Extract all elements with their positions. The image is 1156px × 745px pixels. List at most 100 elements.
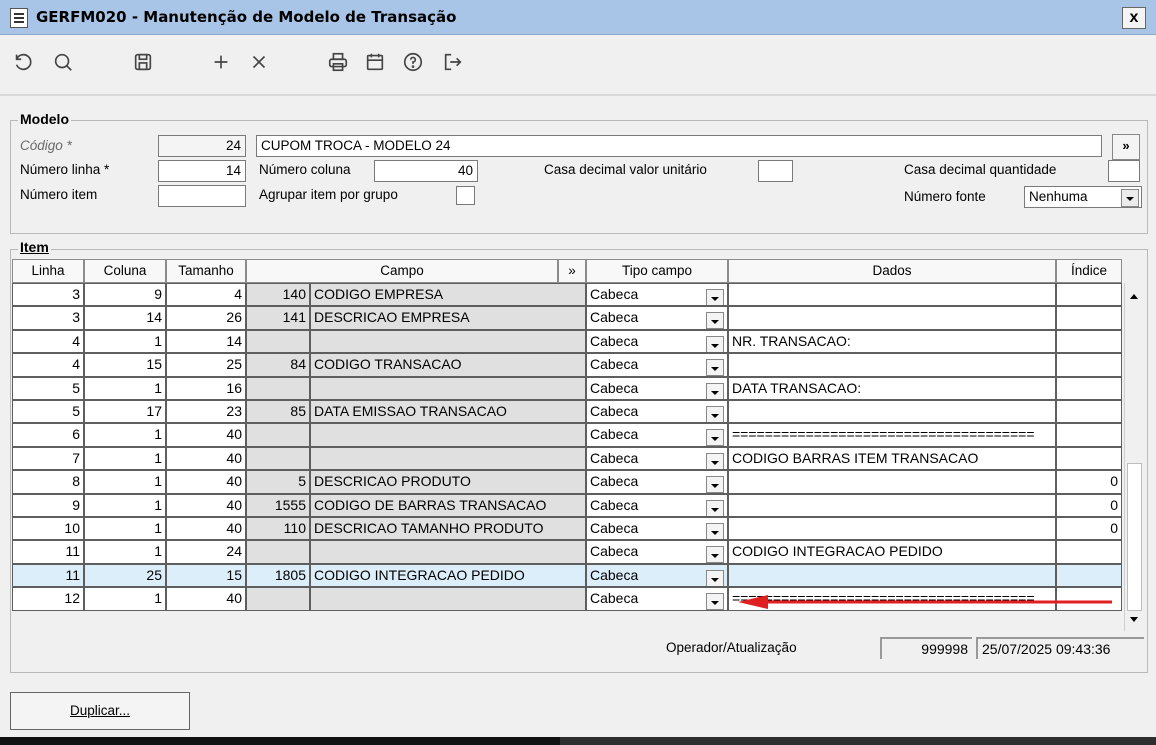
cell-linha[interactable]: 3 bbox=[12, 283, 84, 307]
cell-dados[interactable] bbox=[728, 400, 1056, 424]
col-header-tamanho[interactable]: Tamanho bbox=[166, 259, 246, 283]
cell-indice[interactable] bbox=[1056, 283, 1122, 307]
chevron-down-icon[interactable] bbox=[706, 289, 724, 306]
cell-cod[interactable]: 1555 bbox=[246, 493, 310, 517]
exit-icon[interactable] bbox=[440, 48, 466, 76]
numero-fonte-select[interactable]: Nenhuma bbox=[1024, 186, 1142, 208]
col-header-coluna[interactable]: Coluna bbox=[84, 259, 166, 283]
cell-dados[interactable]: NR. TRANSACAO: bbox=[728, 329, 1056, 354]
cell-indice[interactable] bbox=[1056, 446, 1122, 471]
cell-tipo[interactable]: Cabeca bbox=[586, 563, 728, 588]
table-row[interactable]: 5 17 23 85 DATA EMISSAO TRANSACAO Cabeca bbox=[12, 400, 1122, 424]
cell-tamanho[interactable]: 40 bbox=[166, 493, 246, 517]
cell-indice[interactable]: 0 bbox=[1056, 493, 1122, 517]
cell-cod[interactable] bbox=[246, 446, 310, 471]
cell-campo[interactable] bbox=[310, 540, 586, 564]
cell-campo[interactable]: DESCRICAO TAMANHO PRODUTO bbox=[310, 517, 586, 541]
col-header-campo[interactable]: Campo bbox=[246, 259, 558, 283]
chevron-down-icon[interactable] bbox=[706, 476, 724, 493]
cell-tipo[interactable]: Cabeca bbox=[586, 400, 728, 424]
cell-cod[interactable]: 140 bbox=[246, 283, 310, 307]
chevron-down-icon[interactable] bbox=[706, 499, 724, 516]
cell-cod[interactable]: 110 bbox=[246, 517, 310, 541]
cell-campo[interactable] bbox=[310, 329, 586, 354]
refresh-icon[interactable] bbox=[10, 48, 36, 76]
close-button[interactable]: x bbox=[1122, 7, 1146, 29]
modelo-more-button[interactable]: » bbox=[1112, 134, 1140, 160]
cell-campo[interactable]: DATA EMISSAO TRANSACAO bbox=[310, 400, 586, 424]
chevron-down-icon[interactable] bbox=[706, 312, 724, 329]
col-header-linha[interactable]: Linha bbox=[12, 259, 84, 283]
cell-tamanho[interactable]: 40 bbox=[166, 517, 246, 541]
cell-campo[interactable] bbox=[310, 376, 586, 400]
cell-linha[interactable]: 11 bbox=[12, 563, 84, 588]
cell-tamanho[interactable]: 40 bbox=[166, 470, 246, 494]
cell-tamanho[interactable]: 23 bbox=[166, 400, 246, 424]
table-row[interactable]: 6 1 40 Cabeca ==============================… bbox=[12, 423, 1122, 447]
delete-icon[interactable] bbox=[246, 48, 272, 76]
cell-indice[interactable] bbox=[1056, 306, 1122, 330]
cell-linha[interactable]: 5 bbox=[12, 376, 84, 400]
cell-linha[interactable]: 4 bbox=[12, 353, 84, 377]
cell-tipo[interactable]: Cabeca bbox=[586, 587, 728, 611]
cell-cod[interactable] bbox=[246, 540, 310, 564]
col-header-tipo-campo[interactable]: Tipo campo bbox=[586, 259, 728, 283]
cell-dados[interactable] bbox=[728, 517, 1056, 541]
cell-dados[interactable] bbox=[728, 470, 1056, 494]
table-row[interactable]: 4 15 25 84 CODIGO TRANSACAO Cabeca bbox=[12, 353, 1122, 377]
cell-cod[interactable]: 85 bbox=[246, 400, 310, 424]
table-row[interactable]: 8 1 40 5 DESCRICAO PRODUTO Cabeca 0 bbox=[12, 470, 1122, 494]
cell-coluna[interactable]: 1 bbox=[84, 493, 166, 517]
cell-coluna[interactable]: 9 bbox=[84, 283, 166, 307]
cell-tipo[interactable]: Cabeca bbox=[586, 306, 728, 330]
cell-coluna[interactable]: 1 bbox=[84, 540, 166, 564]
cell-coluna[interactable]: 15 bbox=[84, 353, 166, 377]
table-row[interactable]: 5 1 16 Cabeca DATA TRANSACAO: bbox=[12, 376, 1122, 400]
cell-dados[interactable]: ===================================== bbox=[728, 423, 1056, 447]
cell-tipo[interactable]: Cabeca bbox=[586, 470, 728, 494]
cell-coluna[interactable]: 1 bbox=[84, 329, 166, 354]
cell-dados[interactable] bbox=[728, 493, 1056, 517]
cell-dados[interactable] bbox=[728, 353, 1056, 377]
cell-cod[interactable]: 5 bbox=[246, 470, 310, 494]
col-header-indice[interactable]: Índice bbox=[1056, 259, 1122, 283]
cell-dados[interactable]: CODIGO BARRAS ITEM TRANSACAO bbox=[728, 446, 1056, 471]
calendar-icon[interactable] bbox=[362, 48, 388, 76]
cell-tamanho[interactable]: 16 bbox=[166, 376, 246, 400]
table-row[interactable]: 11 25 15 1805 CODIGO INTEGRACAO PEDIDO Cabeca bbox=[12, 563, 1122, 588]
cell-dados[interactable]: CODIGO INTEGRACAO PEDIDO bbox=[728, 540, 1056, 564]
chevron-down-icon[interactable] bbox=[706, 406, 724, 423]
cell-indice[interactable] bbox=[1056, 329, 1122, 354]
cell-linha[interactable]: 6 bbox=[12, 423, 84, 447]
table-row[interactable]: 11 1 24 Cabeca CODIGO INTEGRACAO PEDIDO bbox=[12, 540, 1122, 564]
chevron-down-icon[interactable] bbox=[706, 429, 724, 446]
cell-indice[interactable] bbox=[1056, 353, 1122, 377]
cell-tamanho[interactable]: 25 bbox=[166, 353, 246, 377]
cell-coluna[interactable]: 25 bbox=[84, 563, 166, 588]
add-icon[interactable] bbox=[208, 48, 234, 76]
table-row[interactable]: 9 1 40 1555 CODIGO DE BARRAS TRANSACAO Cabeca… bbox=[12, 493, 1122, 517]
cell-coluna[interactable]: 1 bbox=[84, 517, 166, 541]
cell-cod[interactable]: 84 bbox=[246, 353, 310, 377]
cell-campo[interactable]: CODIGO TRANSACAO bbox=[310, 353, 586, 377]
chevron-down-icon[interactable] bbox=[706, 452, 724, 470]
cell-tamanho[interactable]: 15 bbox=[166, 563, 246, 588]
cell-indice[interactable]: 0 bbox=[1056, 470, 1122, 494]
cell-linha[interactable]: 12 bbox=[12, 587, 84, 611]
scroll-thumb[interactable] bbox=[1127, 463, 1142, 611]
numero-coluna-input[interactable]: 40 bbox=[374, 160, 478, 182]
cell-tamanho[interactable]: 26 bbox=[166, 306, 246, 330]
col-header-dados[interactable]: Dados bbox=[728, 259, 1056, 283]
table-row[interactable]: 7 1 40 Cabeca CODIGO BARRAS ITEM TRANSACAO bbox=[12, 446, 1122, 471]
cell-campo[interactable] bbox=[310, 587, 586, 611]
cell-campo[interactable]: CODIGO EMPRESA bbox=[310, 283, 586, 307]
cell-cod[interactable]: 141 bbox=[246, 306, 310, 330]
cell-coluna[interactable]: 14 bbox=[84, 306, 166, 330]
cell-tipo[interactable]: Cabeca bbox=[586, 283, 728, 307]
chevron-down-icon[interactable] bbox=[706, 546, 724, 563]
cell-cod[interactable] bbox=[246, 423, 310, 447]
cell-coluna[interactable]: 1 bbox=[84, 470, 166, 494]
cell-tamanho[interactable]: 40 bbox=[166, 587, 246, 611]
chevron-down-icon[interactable] bbox=[706, 523, 724, 540]
cell-coluna[interactable]: 1 bbox=[84, 446, 166, 471]
